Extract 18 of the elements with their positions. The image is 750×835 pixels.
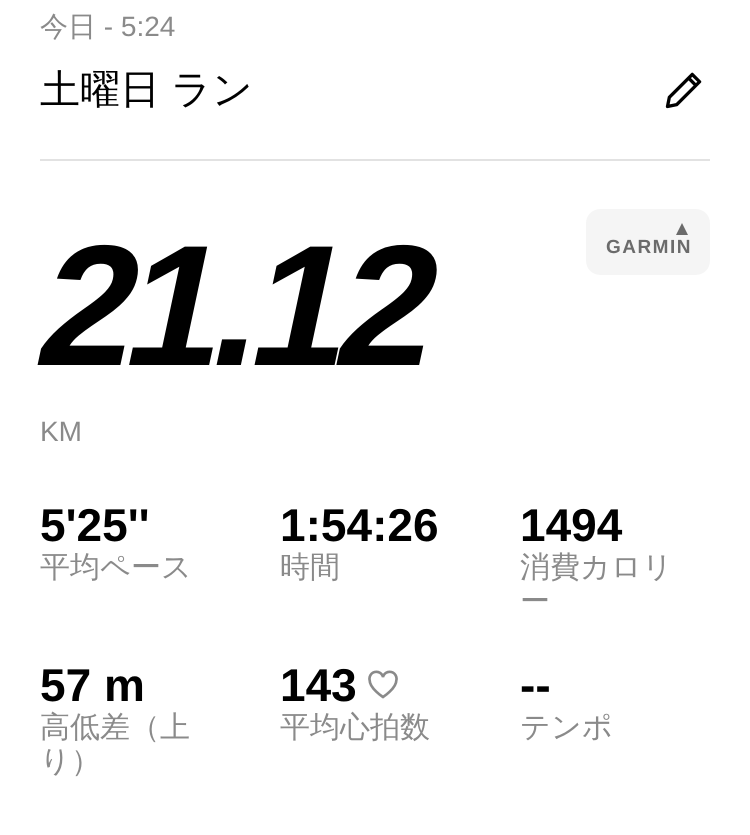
distance-unit: KM: [40, 416, 82, 448]
stat-label: テンポ: [520, 710, 614, 746]
stat-value: 143: [280, 660, 357, 711]
stat-value: 1:54:26: [280, 500, 439, 551]
stat-label: 平均ペース: [40, 550, 193, 586]
stat-value: --: [520, 660, 551, 711]
distance-value: 21.12: [22, 225, 451, 388]
activity-date: 今日 - 5:24: [40, 10, 176, 44]
stat-value: 1494: [520, 500, 622, 551]
stat-label: 時間: [280, 550, 341, 586]
heart-icon: [366, 670, 399, 700]
stat-label: 平均心拍数: [280, 710, 431, 746]
stat-label: 高低差（上り）: [40, 710, 191, 780]
stat-value: 5'25'': [40, 500, 150, 551]
stat-label: 消費カロリー: [520, 550, 674, 620]
stat-value: 57 m: [40, 660, 145, 711]
activity-title: 土曜日 ラン: [40, 67, 254, 114]
source-badge: GARMIN: [586, 209, 710, 275]
